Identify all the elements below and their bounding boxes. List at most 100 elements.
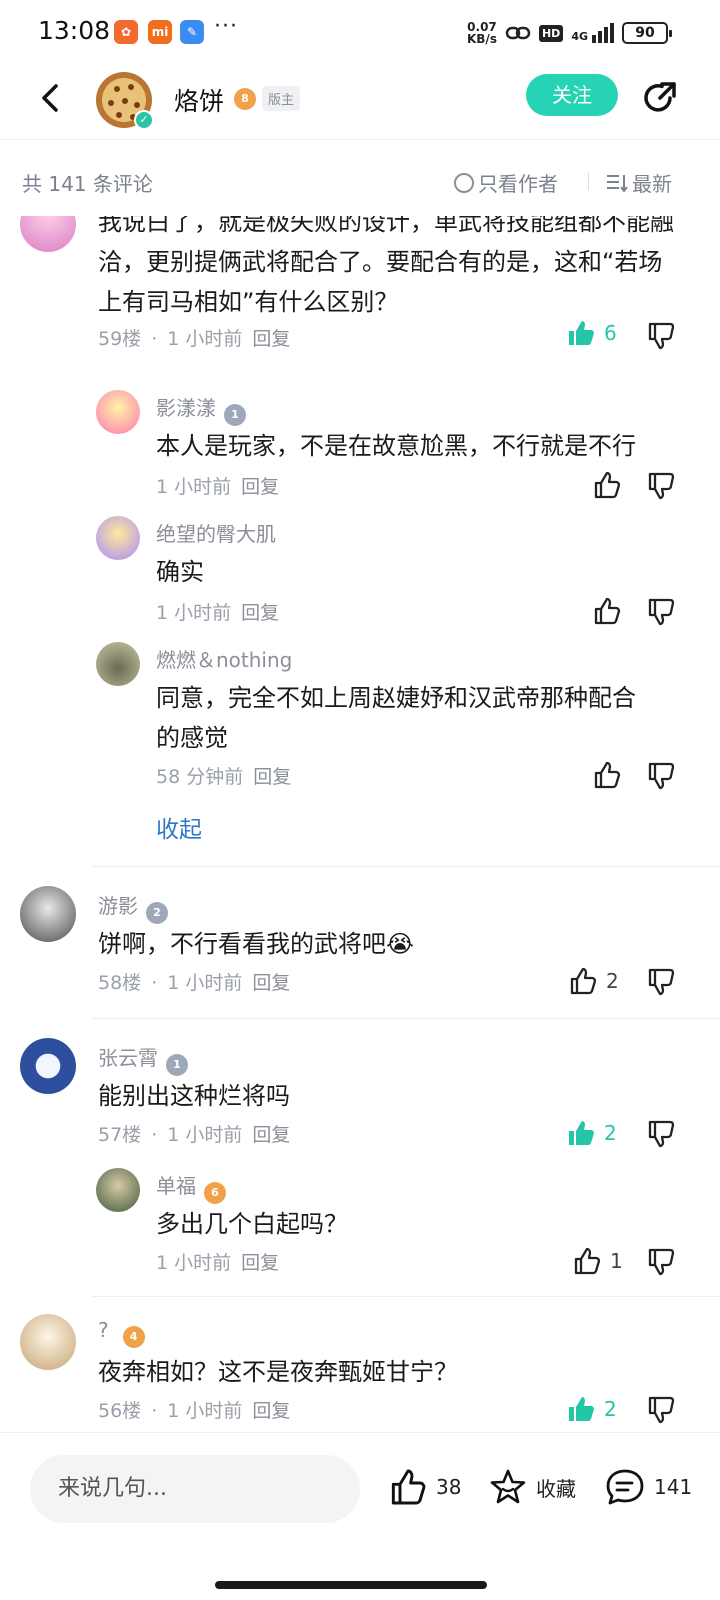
reply-item: 燃燃＆nothing 同意，完全不如上周赵婕妤和汉武帝那种配合 的感觉 58 分…	[0, 640, 720, 800]
comment-list: 我说白了，就是极失败的设计，单武将技能组都不能融洽，更别提俩武将配合了。要配合有…	[0, 216, 720, 1432]
user-name[interactable]: ? 4	[98, 1318, 145, 1348]
dislike-button[interactable]	[646, 470, 676, 500]
thumb-up-icon	[574, 1247, 601, 1275]
only-author-toggle[interactable]: 只看作者	[454, 168, 558, 197]
thumb-up-icon	[570, 967, 597, 995]
level-badge: 1	[166, 1054, 188, 1076]
comments-button[interactable]: 141	[604, 1467, 692, 1507]
follow-button[interactable]: 关注	[526, 74, 618, 116]
like-button[interactable]	[592, 760, 622, 790]
user-avatar[interactable]	[20, 1038, 76, 1094]
battery-icon: 90	[622, 22, 672, 44]
dislike-button[interactable]	[646, 1394, 676, 1424]
dislike-button[interactable]	[646, 966, 676, 996]
user-avatar[interactable]	[96, 1168, 140, 1212]
reply-meta: 58 分钟前 回复	[156, 766, 292, 788]
post-like-button[interactable]: 38	[388, 1467, 461, 1507]
level-badge: 6	[204, 1182, 226, 1204]
user-avatar[interactable]	[96, 390, 140, 434]
dislike-button[interactable]	[646, 1118, 676, 1148]
user-avatar[interactable]	[96, 516, 140, 560]
sort-icon	[607, 174, 628, 193]
reply-text: 本人是玩家，不是在故意尬黑，不行就是不行	[156, 432, 636, 460]
dislike-button[interactable]	[646, 596, 676, 626]
comment-text: 饼啊，不行看看我的武将吧😭	[98, 930, 415, 958]
status-bar: 13:08 ✿ mi ✎ ··· 0.07 KB/s HD 4G 90	[0, 0, 720, 64]
comment-text: 能别出这种烂将吗	[98, 1082, 290, 1110]
author-avatar[interactable]: ✓	[96, 72, 154, 130]
reply-meta: 1 小时前 回复	[156, 476, 280, 498]
like-button[interactable]: 2	[568, 966, 619, 996]
reply-text: 同意，完全不如上周赵婕妤和汉武帝那种配合 的感觉	[156, 684, 636, 752]
more-dots: ···	[214, 14, 238, 39]
like-button[interactable]: 2	[566, 1118, 617, 1148]
like-button[interactable]: 6	[566, 318, 617, 348]
user-avatar[interactable]	[20, 216, 76, 252]
comment-filter-bar: 共 141 条评论 只看作者 最新	[0, 140, 720, 216]
comment-meta: 59楼 · 1 小时前 回复	[98, 328, 291, 350]
thumb-up-filled-icon	[569, 321, 594, 345]
thumb-up-filled-icon	[569, 1397, 594, 1421]
level-badge: 4	[122, 1326, 145, 1348]
user-avatar[interactable]	[96, 642, 140, 686]
reply-text: 多出几个白起吗？	[156, 1210, 348, 1238]
like-button[interactable]	[592, 470, 622, 500]
reply-button[interactable]: 回复	[252, 1400, 290, 1422]
reply-button[interactable]: 回复	[252, 328, 290, 350]
post-header: ✓ 烙饼 8 版主 关注	[0, 64, 720, 140]
dislike-button[interactable]	[646, 1246, 676, 1276]
thumb-up-icon	[391, 1469, 426, 1505]
favorite-button[interactable]: 收藏	[488, 1467, 576, 1507]
user-name[interactable]: 单福 6	[156, 1170, 226, 1204]
reply-button[interactable]: 回复	[252, 972, 290, 994]
divider	[92, 1296, 720, 1297]
divider	[92, 1018, 720, 1019]
dislike-button[interactable]	[646, 320, 676, 350]
back-button[interactable]	[32, 78, 72, 118]
like-button[interactable]	[592, 596, 622, 626]
comment-input[interactable]: 来说几句...	[30, 1455, 360, 1523]
collapse-replies-button[interactable]: 收起	[156, 810, 202, 844]
thumb-up-filled-icon	[569, 1121, 594, 1145]
user-avatar[interactable]	[20, 886, 76, 942]
author-name[interactable]: 烙饼	[174, 82, 224, 118]
reply-meta: 1 小时前 回复	[156, 1252, 280, 1274]
like-button[interactable]: 1	[572, 1246, 623, 1276]
comment-item: 我说白了，就是极失败的设计，单武将技能组都不能融洽，更别提俩武将配合了。要配合有…	[0, 216, 720, 376]
author-level-badge: 8	[234, 88, 256, 110]
moderator-tag: 版主	[262, 86, 301, 111]
home-indicator[interactable]	[215, 1581, 487, 1589]
like-button[interactable]: 2	[566, 1394, 617, 1424]
xiaohongshu-icon: ✿	[114, 20, 138, 44]
user-name[interactable]: 游影 2	[98, 890, 168, 924]
reply-button[interactable]: 回复	[252, 1124, 290, 1146]
verified-check-icon: ✓	[134, 110, 154, 130]
comment-meta: 57楼 · 1 小时前 回复	[98, 1124, 291, 1146]
comment-meta: 58楼 · 1 小时前 回复	[98, 972, 291, 994]
reply-button[interactable]: 回复	[241, 1252, 279, 1274]
bottom-action-bar: 来说几句... 38 收藏 141	[0, 1432, 720, 1600]
reply-text: 确实	[156, 558, 204, 586]
user-name[interactable]: 绝望的臀大肌	[156, 518, 276, 547]
dislike-button[interactable]	[646, 760, 676, 790]
comment-meta: 56楼 · 1 小时前 回复	[98, 1400, 291, 1422]
user-name[interactable]: 影漾漾 1	[156, 392, 246, 426]
reply-item: 影漾漾 1 本人是玩家，不是在故意尬黑，不行就是不行 1 小时前 回复	[0, 388, 720, 508]
reply-item: 绝望的臀大肌 确实 1 小时前 回复	[0, 514, 720, 634]
hd-icon: HD	[538, 24, 564, 42]
link-icon	[505, 26, 531, 40]
comment-text: 我说白了，就是极失败的设计，单武将技能组都不能融洽，更别提俩武将配合了。要配合有…	[98, 216, 674, 316]
user-name[interactable]: 张云霄 1	[98, 1042, 188, 1076]
chat-bubble-icon	[606, 1469, 644, 1505]
user-name[interactable]: 燃燃＆nothing	[156, 644, 292, 673]
divider	[588, 172, 589, 190]
reply-button[interactable]: 回复	[253, 766, 291, 788]
network-speed: 0.07 KB/s	[466, 20, 497, 46]
reply-button[interactable]: 回复	[241, 602, 279, 624]
reply-button[interactable]: 回复	[241, 476, 279, 498]
sort-latest-button[interactable]: 最新	[606, 168, 672, 197]
comment-item: 游影 2 饼啊，不行看看我的武将吧😭 58楼 · 1 小时前 回复 2	[0, 884, 720, 1014]
reply-meta: 1 小时前 回复	[156, 602, 280, 624]
user-avatar[interactable]	[20, 1314, 76, 1370]
share-icon[interactable]	[640, 78, 680, 118]
